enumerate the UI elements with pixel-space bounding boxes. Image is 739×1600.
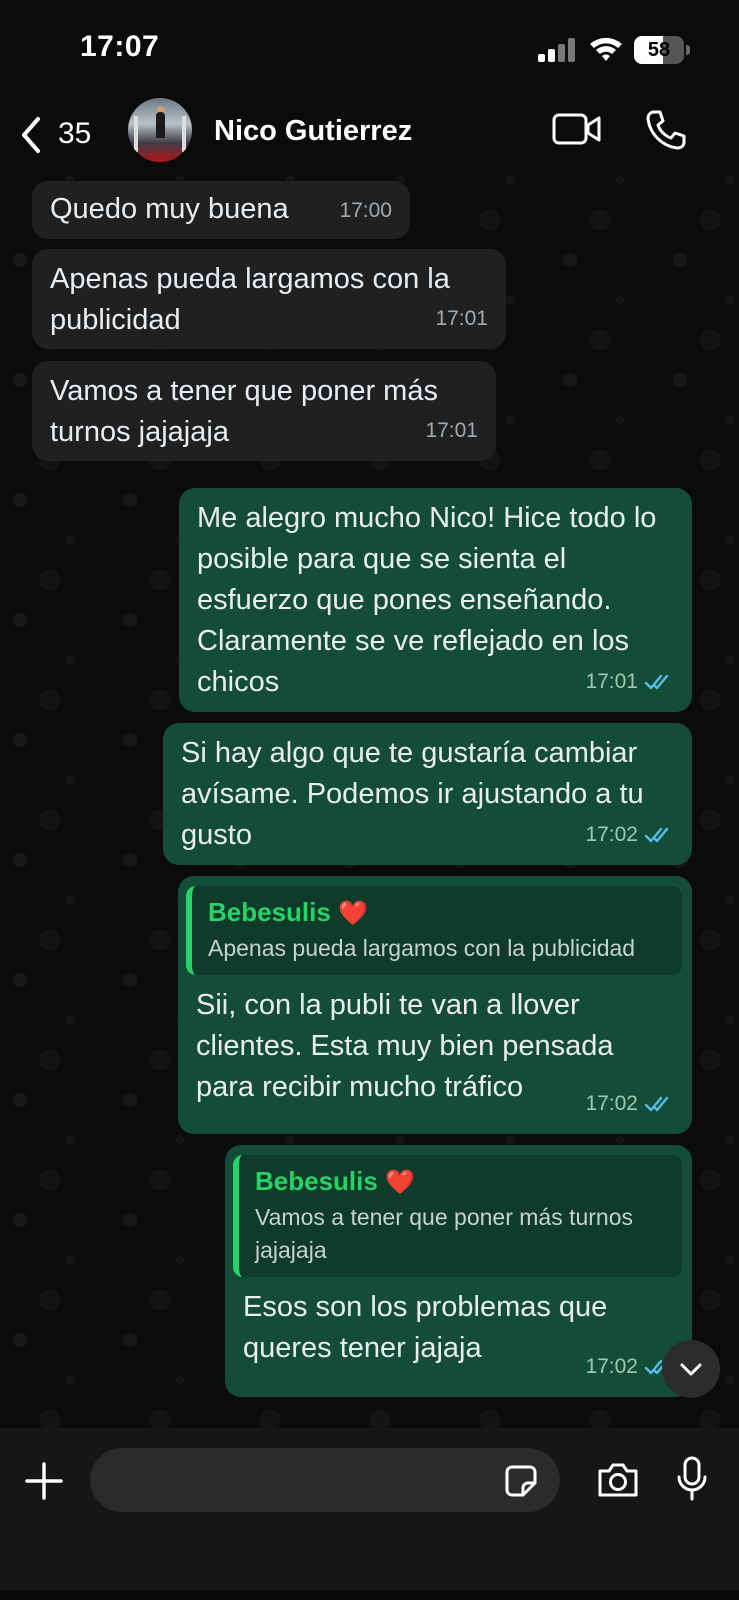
message-time: 17:02 — [585, 1092, 638, 1115]
message-bubble-outgoing[interactable]: Bebesulis ❤️ Apenas pueda largamos con l… — [178, 876, 692, 1134]
heart-emoji: ❤️ — [385, 1169, 415, 1196]
message-time: 17:02 — [585, 823, 638, 846]
message-time: 17:02 — [585, 1355, 638, 1378]
signal-icon — [538, 38, 576, 62]
read-ticks-icon — [644, 827, 669, 842]
battery-level: 58 — [647, 39, 671, 61]
quote-text: Vamos a tener que poner más turnos jajaj… — [255, 1204, 634, 1263]
quoted-message[interactable]: Bebesulis ❤️ Apenas pueda largamos con l… — [186, 886, 682, 975]
sticker-icon[interactable] — [504, 1464, 538, 1498]
back-icon[interactable] — [18, 115, 44, 155]
status-bar: 17:07 58 — [0, 0, 739, 95]
message-text: Apenas pueda largamos con la publicidad — [50, 263, 450, 336]
message-bubble-outgoing[interactable]: Me alegro mucho Nico! Hice todo lo posib… — [179, 488, 692, 712]
quote-author: Bebesulis — [255, 1166, 378, 1196]
quoted-message[interactable]: Bebesulis ❤️ Vamos a tener que poner más… — [233, 1155, 682, 1277]
scroll-down-button[interactable] — [662, 1340, 720, 1398]
heart-emoji: ❤️ — [338, 900, 368, 927]
contact-name[interactable]: Nico Gutierrez — [214, 115, 412, 148]
message-text: Vamos a tener que poner más turnos jajaj… — [50, 375, 438, 448]
message-bubble-outgoing[interactable]: Si hay algo que te gustaría cambiar avís… — [163, 723, 692, 865]
avatar[interactable] — [128, 98, 192, 162]
message-time: 17:01 — [425, 419, 478, 442]
message-time: 17:01 — [585, 670, 638, 693]
home-indicator — [0, 1590, 739, 1600]
message-time: 17:00 — [339, 199, 392, 222]
video-call-icon[interactable] — [552, 112, 602, 146]
chat-header: 35 Nico Gutierrez — [0, 95, 739, 175]
status-time: 17:07 — [80, 30, 160, 63]
back-unread-count[interactable]: 35 — [58, 117, 91, 151]
voice-call-icon[interactable] — [645, 109, 687, 151]
wifi-icon — [590, 37, 622, 61]
read-ticks-icon — [644, 674, 669, 689]
quote-author: Bebesulis — [208, 897, 331, 927]
chevron-down-icon — [680, 1363, 702, 1376]
message-bubble-incoming[interactable]: Vamos a tener que poner más turnos jajaj… — [32, 361, 496, 461]
message-bubble-incoming[interactable]: Quedo muy buena 17:00 — [32, 181, 410, 239]
camera-icon[interactable] — [596, 1461, 640, 1499]
message-input[interactable] — [90, 1448, 560, 1512]
quote-text: Apenas pueda largamos con la publicidad — [208, 935, 636, 961]
microphone-icon[interactable] — [676, 1456, 708, 1502]
read-ticks-icon — [644, 1096, 669, 1111]
message-bubble-outgoing[interactable]: Bebesulis ❤️ Vamos a tener que poner más… — [225, 1145, 692, 1397]
plus-icon[interactable] — [24, 1461, 64, 1501]
message-input-bar — [0, 1428, 739, 1600]
battery-icon: 58 — [634, 36, 690, 64]
message-time: 17:01 — [435, 307, 488, 330]
message-bubble-incoming[interactable]: Apenas pueda largamos con la publicidad … — [32, 249, 506, 349]
